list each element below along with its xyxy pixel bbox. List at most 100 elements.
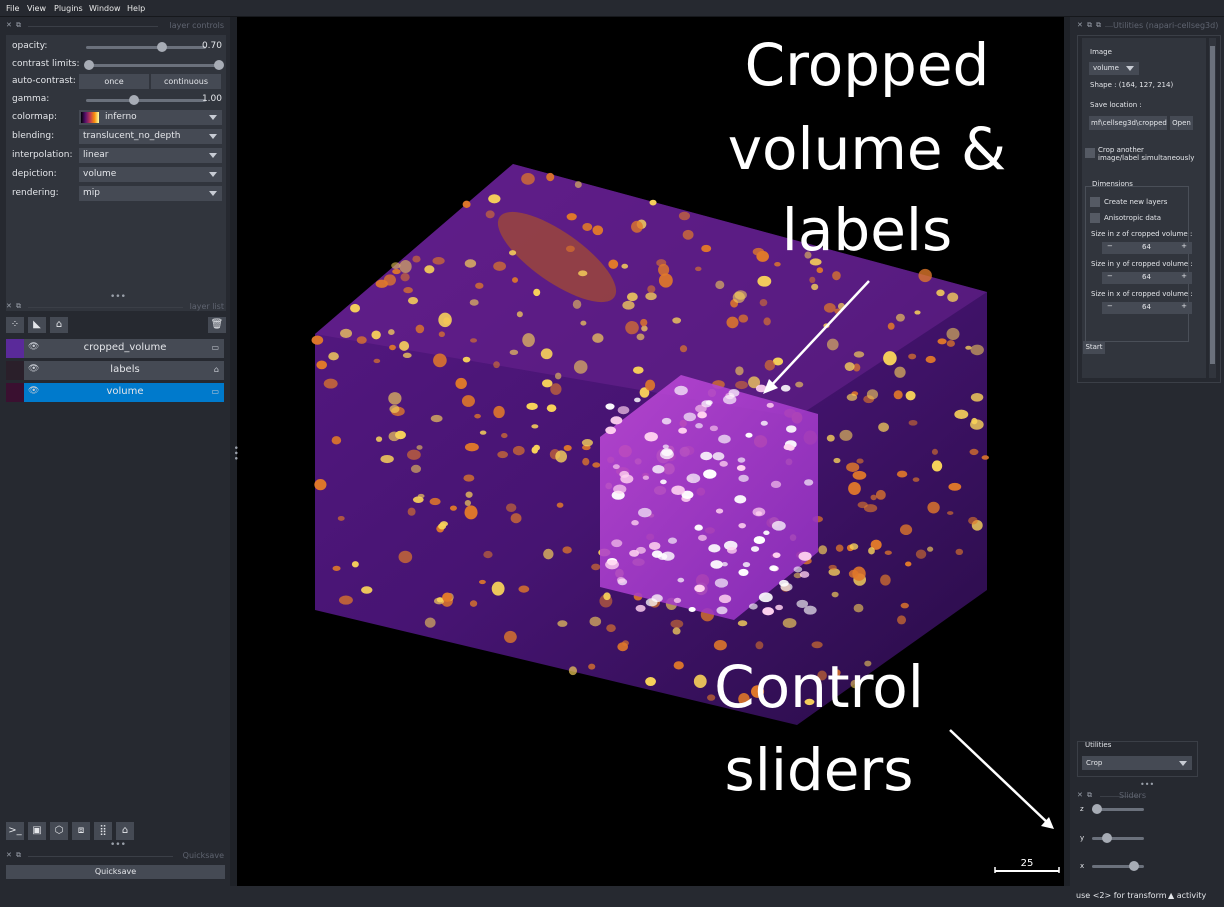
float-icon[interactable]: ⧉	[16, 851, 21, 860]
nucleus-spot	[718, 434, 731, 444]
close-icon[interactable]: ✕	[6, 851, 12, 859]
slider-y[interactable]	[1092, 833, 1144, 843]
activity-button[interactable]: ▲ activity	[1168, 891, 1206, 900]
nucleus-spot	[433, 353, 447, 368]
once-button[interactable]: once	[79, 74, 149, 89]
resize-handle[interactable]: •••	[230, 445, 240, 461]
nucleus-spot	[375, 436, 383, 442]
new-shapes-layer-button[interactable]: ◣	[28, 317, 46, 333]
size-y-spinbox[interactable]: − 64 +	[1102, 272, 1192, 284]
nucleus-spot	[634, 397, 641, 403]
close-icon[interactable]: ✕	[6, 21, 12, 29]
size-x-spinbox[interactable]: − 64 +	[1102, 302, 1192, 314]
nucleus-spot	[770, 480, 782, 489]
contrast-max-handle[interactable]	[214, 60, 224, 70]
crop-another-checkbox[interactable]	[1085, 148, 1095, 158]
nucleus-spot	[371, 330, 381, 340]
contrast-slider[interactable]	[84, 60, 224, 70]
opacity-handle[interactable]	[157, 42, 167, 52]
size-z-spinbox[interactable]: − 64 +	[1102, 242, 1192, 254]
delete-layer-button[interactable]: 🗑	[208, 317, 226, 333]
layer-name: volume	[106, 386, 144, 397]
close-icon[interactable]: ✕	[6, 302, 12, 310]
viewer-canvas[interactable]: 25 Cropped volume & labels Control slide…	[237, 17, 1064, 886]
quicksave-button[interactable]: Quicksave	[6, 865, 225, 879]
slider-z[interactable]	[1092, 804, 1144, 814]
home-icon[interactable]: ⌂	[116, 822, 134, 840]
depiction-dropdown[interactable]: volume	[79, 167, 222, 182]
plus-icon[interactable]: +	[1181, 242, 1187, 250]
nucleus-spot	[852, 470, 867, 480]
new-labels-layer-button[interactable]: ⌂	[50, 317, 68, 333]
menu-view[interactable]: View	[27, 4, 46, 13]
float-icon[interactable]: ⧉	[16, 21, 21, 30]
ndisplay-button[interactable]: ▣	[28, 822, 46, 840]
create-new-layers-checkbox[interactable]	[1090, 197, 1100, 207]
opacity-slider[interactable]	[86, 42, 206, 52]
pin-icon[interactable]: ⧉	[1096, 21, 1101, 30]
grid-button[interactable]: ⣿	[94, 822, 112, 840]
transpose-button[interactable]: ⧈	[72, 822, 90, 840]
slider-x[interactable]	[1092, 861, 1144, 871]
continuous-button[interactable]: continuous	[151, 74, 221, 89]
layer-row[interactable]: 👁 volume ▭	[6, 383, 224, 402]
eye-icon[interactable]: 👁	[28, 342, 39, 352]
new-points-layer-button[interactable]: ⁘	[6, 317, 24, 333]
rendering-label: rendering:	[12, 188, 59, 198]
menu-file[interactable]: File	[6, 4, 19, 13]
scrollbar-thumb[interactable]	[1210, 46, 1215, 364]
layer-row[interactable]: 👁 cropped_volume ▭	[6, 339, 224, 358]
float-icon[interactable]: ⧉	[1087, 791, 1092, 800]
open-button[interactable]: Open	[1170, 116, 1193, 130]
close-icon[interactable]: ✕	[1077, 21, 1083, 29]
nucleus-spot	[853, 603, 864, 613]
plus-icon[interactable]: +	[1181, 272, 1187, 280]
start-button[interactable]: Start	[1083, 341, 1105, 354]
eye-icon[interactable]: 👁	[28, 386, 39, 396]
gamma-handle[interactable]	[129, 95, 139, 105]
colormap-dropdown[interactable]: inferno	[79, 110, 222, 125]
slider-x-handle[interactable]	[1129, 861, 1139, 871]
image-select[interactable]: volume	[1089, 62, 1139, 75]
nucleus-spot	[775, 604, 783, 611]
minus-icon[interactable]: −	[1107, 302, 1113, 310]
roll-dims-button[interactable]: ⬡	[50, 822, 68, 840]
nucleus-spot	[395, 430, 406, 440]
nucleus-spot	[533, 288, 541, 297]
nucleus-spot	[412, 255, 421, 263]
save-path-field[interactable]: mf\cellseg3d\cropped	[1089, 116, 1167, 130]
nucleus-spot	[416, 445, 423, 450]
nucleus-spot	[925, 355, 936, 364]
crop-another-label-2: image/label simultaneously	[1098, 154, 1195, 162]
rendering-dropdown[interactable]: mip	[79, 186, 222, 201]
anisotropic-checkbox[interactable]	[1090, 213, 1100, 223]
eye-icon[interactable]: 👁	[28, 364, 39, 374]
nucleus-spot	[726, 546, 737, 554]
float-icon[interactable]: ⧉	[1087, 21, 1092, 30]
resize-handle[interactable]: •••	[1140, 780, 1154, 789]
menu-help[interactable]: Help	[127, 4, 145, 13]
plus-icon[interactable]: +	[1181, 302, 1187, 310]
nucleus-spot	[670, 619, 684, 629]
menu-plugins[interactable]: Plugins	[54, 4, 83, 13]
utilities-select[interactable]: Crop	[1082, 756, 1192, 770]
gamma-slider[interactable]	[86, 95, 206, 105]
nucleus-spot	[756, 250, 769, 262]
close-icon[interactable]: ✕	[1077, 791, 1083, 799]
minus-icon[interactable]: −	[1107, 242, 1113, 250]
float-icon[interactable]: ⧉	[16, 302, 21, 311]
menu-window[interactable]: Window	[89, 4, 121, 13]
slider-z-handle[interactable]	[1092, 804, 1102, 814]
scrollbar[interactable]	[1209, 38, 1216, 378]
nucleus-spot	[398, 550, 413, 564]
minus-icon[interactable]: −	[1107, 272, 1113, 280]
layer-row[interactable]: 👁 labels ⌂	[6, 361, 224, 380]
contrast-min-handle[interactable]	[84, 60, 94, 70]
slider-y-handle[interactable]	[1102, 833, 1112, 843]
nucleus-spot	[735, 380, 748, 390]
interpolation-dropdown[interactable]: linear	[79, 148, 222, 163]
nucleus-spot	[779, 579, 789, 587]
blending-dropdown[interactable]: translucent_no_depth	[79, 129, 222, 144]
console-button[interactable]: >_	[6, 822, 24, 840]
nucleus-spot	[449, 505, 457, 511]
